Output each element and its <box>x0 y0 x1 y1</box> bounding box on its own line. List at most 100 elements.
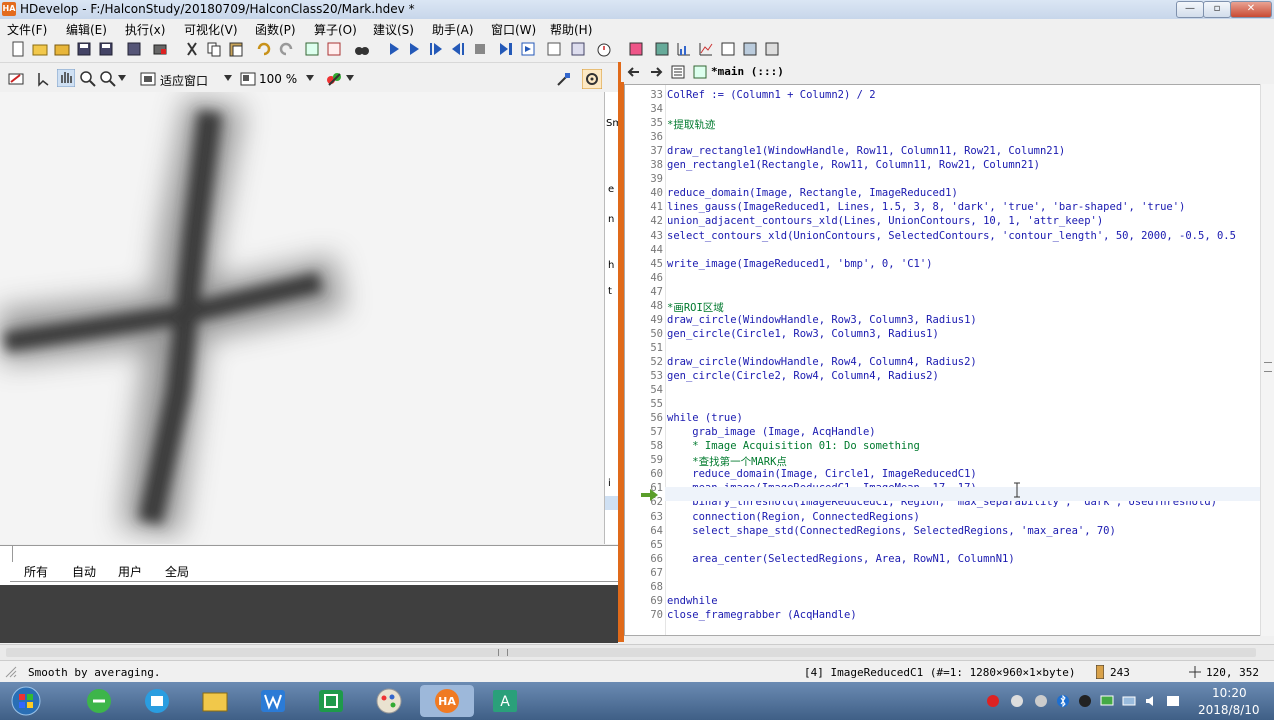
tab-user[interactable]: 用户 <box>118 565 142 579</box>
line-number[interactable]: 42 <box>629 215 663 227</box>
code-line[interactable]: draw_circle(WindowHandle, Row3, Column3,… <box>667 314 977 326</box>
code-line[interactable]: grab_image (Image, AcqHandle) <box>667 426 875 438</box>
menu-window[interactable]: 窗口(W) <box>491 21 536 38</box>
menu-visualize[interactable]: 可视化(V) <box>184 21 238 38</box>
color-dropdown-icon[interactable] <box>346 75 354 81</box>
code-line[interactable]: lines_gauss(ImageReduced1, Lines, 1.5, 3… <box>667 201 1185 213</box>
line-number[interactable]: 54 <box>629 384 663 396</box>
code-line[interactable]: while (true) <box>667 412 743 424</box>
export-icon[interactable] <box>126 41 142 57</box>
line-number[interactable]: 69 <box>629 595 663 607</box>
gray-histogram-icon[interactable] <box>720 41 736 57</box>
paint-icon[interactable] <box>362 685 416 717</box>
tab-auto[interactable]: 自动 <box>72 565 96 579</box>
line-number[interactable]: 50 <box>629 328 663 340</box>
undo-icon[interactable] <box>256 41 272 57</box>
code-line[interactable]: write_image(ImageReduced1, 'bmp', 0, 'C1… <box>667 258 933 270</box>
activate-icon[interactable] <box>570 41 586 57</box>
fit-window-label[interactable]: 适应窗口 <box>160 72 208 89</box>
spreadsheet-icon[interactable] <box>304 685 358 717</box>
line-number[interactable]: 43 <box>629 230 663 242</box>
language-icon[interactable] <box>1166 694 1180 708</box>
tray-monitor-icon[interactable] <box>1100 694 1114 708</box>
zoom-options-icon[interactable] <box>100 71 116 87</box>
tray-security-icon[interactable] <box>1010 694 1024 708</box>
zoom-dropdown-icon[interactable] <box>306 75 314 81</box>
start-button-icon[interactable] <box>8 686 44 716</box>
line-number[interactable]: 70 <box>629 609 663 621</box>
print-icon[interactable] <box>152 41 168 57</box>
color-palette-icon[interactable] <box>326 71 344 87</box>
pixel-info-icon[interactable] <box>556 71 572 87</box>
copy-icon[interactable] <box>206 41 222 57</box>
assistant-icon[interactable] <box>628 41 644 57</box>
code-line[interactable]: draw_rectangle1(WindowHandle, Row11, Col… <box>667 145 1065 157</box>
file-explorer-icon[interactable] <box>188 685 242 717</box>
forward-arrow-icon[interactable] <box>649 65 663 79</box>
zoom-level-label[interactable]: 100 % <box>259 72 297 86</box>
zoom-icon[interactable] <box>80 71 96 87</box>
line-profile-icon[interactable] <box>698 41 714 57</box>
line-number[interactable]: 66 <box>629 553 663 565</box>
line-number[interactable]: 34 <box>629 103 663 115</box>
tab-global[interactable]: 全局 <box>165 565 189 579</box>
line-number[interactable]: 35 <box>629 117 663 129</box>
line-number[interactable]: 41 <box>629 201 663 213</box>
line-number[interactable]: 64 <box>629 525 663 537</box>
code-line[interactable]: endwhile <box>667 595 718 607</box>
line-number[interactable]: 68 <box>629 581 663 593</box>
line-number[interactable]: 57 <box>629 426 663 438</box>
menu-suggestions[interactable]: 建议(S) <box>373 21 414 38</box>
line-number[interactable]: 49 <box>629 314 663 326</box>
menu-assistants[interactable]: 助手(A) <box>432 21 474 38</box>
menu-operators[interactable]: 算子(O) <box>314 21 357 38</box>
cut-icon[interactable] <box>184 41 200 57</box>
fit-dropdown-icon[interactable] <box>224 75 232 81</box>
line-number[interactable]: 67 <box>629 567 663 579</box>
delete-line-icon[interactable] <box>326 41 342 57</box>
step-back-icon[interactable] <box>450 41 466 57</box>
line-number[interactable]: 44 <box>629 244 663 256</box>
code-line[interactable]: gen_circle(Circle1, Row3, Column3, Radiu… <box>667 328 939 340</box>
line-number[interactable]: 56 <box>629 412 663 424</box>
line-number[interactable]: 33 <box>629 89 663 101</box>
histogram-icon[interactable] <box>676 41 692 57</box>
paste-icon[interactable] <box>228 41 244 57</box>
stop-icon[interactable] <box>472 41 488 57</box>
editor-tab-title[interactable]: *main (:::) <box>711 65 784 78</box>
line-number[interactable]: 45 <box>629 258 663 270</box>
back-arrow-icon[interactable] <box>627 65 641 79</box>
ocr-icon[interactable] <box>764 41 780 57</box>
binoculars-icon[interactable] <box>354 41 370 57</box>
step-over-icon[interactable] <box>428 41 444 57</box>
new-file-icon[interactable] <box>10 41 26 57</box>
code-comment[interactable]: * Image Acquisition 01: Do something <box>667 440 920 452</box>
code-comment[interactable]: *查找第一个MARK点 <box>667 454 787 469</box>
volume-icon[interactable] <box>1144 694 1158 708</box>
tray-chat-icon[interactable] <box>1078 694 1092 708</box>
code-comment[interactable]: *提取轨迹 <box>667 117 715 132</box>
line-number[interactable]: 36 <box>629 131 663 143</box>
settings-icon[interactable] <box>582 69 602 89</box>
video-chat-icon[interactable] <box>130 685 184 717</box>
line-number[interactable]: 55 <box>629 398 663 410</box>
menu-file[interactable]: 文件(F) <box>7 21 47 38</box>
line-number[interactable]: 47 <box>629 286 663 298</box>
feature-histogram-icon[interactable] <box>742 41 758 57</box>
scroll-grip[interactable] <box>1264 362 1272 372</box>
code-line[interactable]: reduce_domain(Image, Rectangle, ImageRed… <box>667 187 958 199</box>
chevron-down-icon[interactable] <box>118 75 126 81</box>
scroll-thumb[interactable] <box>6 648 1256 657</box>
code-line[interactable]: connection(Region, ConnectedRegions) <box>667 511 920 523</box>
code-line[interactable]: union_adjacent_contours_xld(Lines, Union… <box>667 215 1103 227</box>
timer-icon[interactable] <box>596 41 612 57</box>
line-number[interactable]: 51 <box>629 342 663 354</box>
hdevelop-task-icon[interactable]: HA <box>420 685 474 717</box>
clock-date[interactable]: 2018/8/10 <box>1198 703 1260 717</box>
line-number[interactable]: 39 <box>629 173 663 185</box>
redo-icon[interactable] <box>278 41 294 57</box>
open-folder-icon[interactable] <box>54 41 70 57</box>
step-out-icon[interactable] <box>520 41 536 57</box>
pointer-icon[interactable] <box>36 71 52 87</box>
open-file-icon[interactable] <box>32 41 48 57</box>
